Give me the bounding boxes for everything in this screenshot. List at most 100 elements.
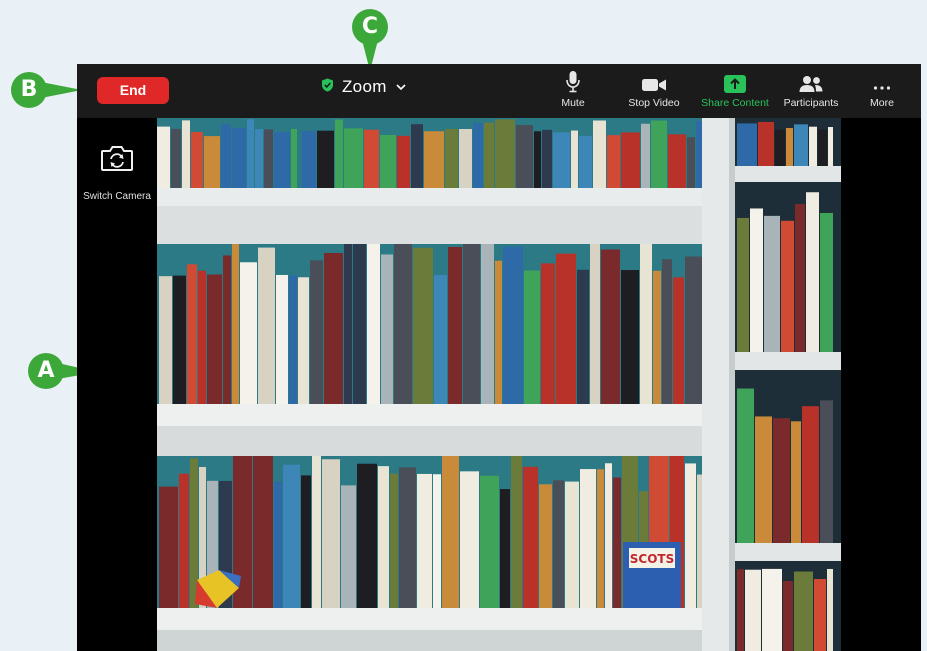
book-spine	[291, 128, 297, 188]
book-spine	[258, 247, 275, 404]
book-spine	[187, 264, 197, 404]
mute-button[interactable]: Mute	[557, 70, 589, 109]
book-spine	[381, 254, 393, 404]
book-spine	[802, 406, 819, 543]
book-spine	[344, 128, 363, 188]
book-spine	[198, 270, 206, 404]
meeting-title-dropdown[interactable]: Zoom	[321, 76, 407, 98]
book-spine	[641, 123, 650, 188]
book-spine	[364, 129, 379, 188]
book-spine	[357, 463, 377, 608]
book-spine	[232, 128, 246, 188]
participants-button[interactable]: Participants	[779, 70, 843, 109]
book-spine	[171, 128, 181, 188]
meeting-title-text: Zoom	[342, 77, 387, 96]
book-spine	[310, 260, 323, 404]
microphone-icon	[565, 70, 581, 94]
book-spine	[367, 231, 380, 404]
book-spine	[179, 473, 189, 608]
book-spine	[668, 134, 686, 188]
stop-video-button[interactable]: Stop Video	[623, 70, 685, 109]
book-spine	[597, 469, 604, 608]
book-spine	[397, 135, 410, 188]
book-spine	[685, 256, 702, 404]
book-spine	[223, 255, 231, 404]
book-spine	[442, 449, 459, 608]
book-spine	[503, 246, 523, 404]
book-spine	[417, 473, 432, 608]
callout-b: B	[9, 70, 83, 110]
book-spine	[312, 449, 321, 608]
book-spine	[240, 262, 257, 404]
book-spine	[542, 129, 552, 188]
callout-a-letter: A	[37, 358, 55, 383]
book-spine	[534, 131, 541, 188]
book-spine	[820, 212, 833, 352]
book-spine	[159, 276, 172, 404]
stop-video-label: Stop Video	[628, 97, 680, 109]
book-spine	[565, 481, 579, 608]
scots-book-label: SCOTS	[630, 552, 674, 566]
book-spine	[302, 131, 316, 188]
book-spine	[755, 416, 772, 543]
book-spine	[737, 569, 744, 651]
book-spine	[182, 120, 190, 188]
book-spine	[827, 568, 833, 651]
book-spine	[445, 128, 458, 188]
book-spine	[274, 481, 282, 608]
book-spine	[653, 270, 661, 404]
book-spine	[775, 129, 785, 166]
book-spine	[255, 128, 263, 188]
book-spine	[737, 217, 749, 352]
book-spine	[335, 119, 343, 188]
mute-label: Mute	[561, 97, 585, 109]
scots-book: SCOTS	[623, 542, 681, 608]
book-spine	[232, 241, 239, 404]
book-spine	[341, 485, 356, 608]
book-spine	[378, 466, 389, 608]
book-spine	[157, 126, 170, 188]
share-content-label: Share Content	[701, 97, 769, 109]
book-spine	[781, 220, 794, 352]
book-spine	[264, 129, 273, 188]
meeting-toolbar: End Zoom Mute Stop Video Share Content P…	[77, 64, 921, 118]
chevron-down-icon	[395, 78, 407, 96]
book-spine	[204, 136, 220, 188]
book-spine	[411, 124, 423, 188]
book-spine	[276, 274, 288, 404]
book-spine	[253, 454, 273, 608]
more-dots-icon	[872, 70, 892, 94]
book-spine	[795, 203, 805, 352]
book-spine	[814, 579, 826, 651]
book-spine	[298, 277, 309, 404]
book-spine	[424, 131, 444, 188]
book-spine	[685, 463, 696, 608]
book-spine	[191, 132, 203, 188]
book-spine	[274, 132, 290, 188]
book-spine	[590, 242, 600, 404]
book-spine	[390, 473, 398, 608]
callout-c-letter: C	[361, 14, 379, 39]
book-spine	[762, 568, 782, 651]
video-feed: SCOTS	[157, 118, 841, 651]
book-spine	[221, 124, 231, 188]
book-spine	[159, 486, 178, 608]
book-spine	[523, 466, 538, 608]
book-spine	[828, 127, 833, 166]
book-spine	[613, 477, 621, 608]
book-spine	[247, 119, 254, 188]
end-meeting-button[interactable]: End	[97, 77, 169, 104]
book-spine	[607, 135, 620, 188]
share-content-button[interactable]: Share Content	[697, 70, 773, 109]
book-spine	[773, 418, 790, 543]
book-spine	[207, 274, 222, 404]
video-camera-icon	[641, 70, 667, 94]
book-spine	[541, 263, 555, 404]
switch-camera-button[interactable]: Switch Camera	[77, 144, 157, 202]
participants-icon	[798, 70, 824, 94]
book-spine	[380, 134, 396, 188]
book-spine	[794, 571, 813, 651]
more-button[interactable]: More	[867, 70, 897, 109]
book-spine	[621, 132, 640, 188]
book-spine	[673, 277, 684, 404]
